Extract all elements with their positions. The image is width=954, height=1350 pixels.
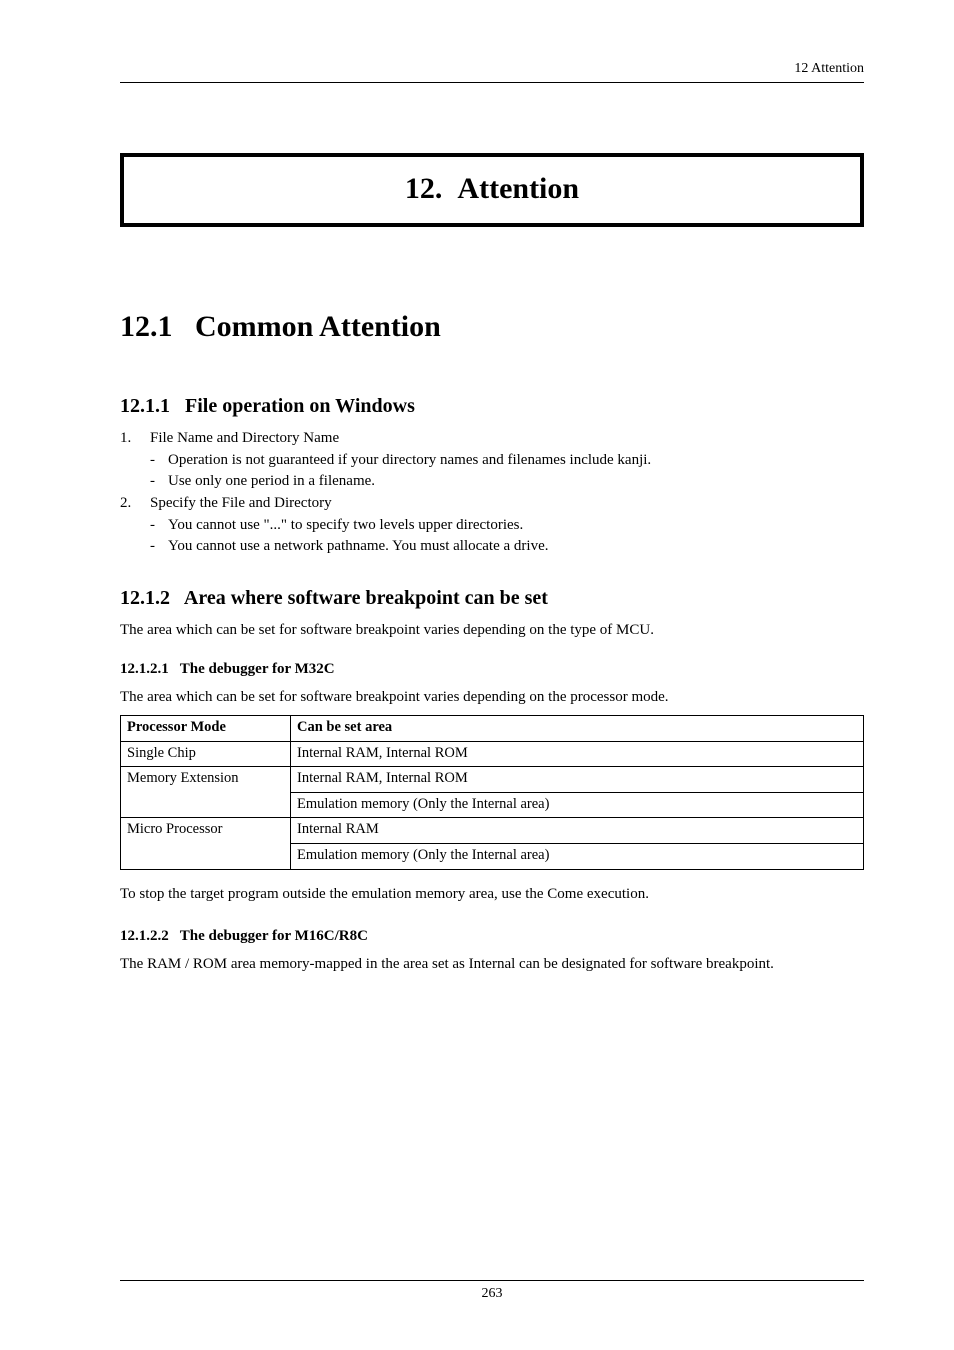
list-item: 1. File Name and Directory Name [120,428,864,448]
list-item: 2. Specify the File and Directory [120,493,864,513]
section-title: Common Attention [195,310,441,343]
chapter-banner: 12. Attention [120,153,864,228]
chapter-title: Attention [457,172,579,205]
dash-marker: - [150,536,158,556]
table-row: Micro Processor Internal RAM [121,818,864,844]
paragraph: The area which can be set for software b… [120,687,864,707]
chapter-number: 12. [405,172,443,205]
subsection-heading: 12.1.2 Area where software breakpoint ca… [120,585,864,612]
page-number: 263 [482,1286,503,1301]
table-cell: Internal RAM, Internal ROM [291,741,864,767]
table-row: Processor Mode Can be set area [121,716,864,742]
table-header: Can be set area [291,716,864,742]
subsubsection-title: The debugger for M16C/R8C [180,928,368,944]
table-cell: Emulation memory (Only the Internal area… [291,843,864,869]
section-number: 12.1 [120,310,173,343]
item-text: File Name and Directory Name [150,428,339,448]
subsubsection-number: 12.1.2.1 [120,661,169,677]
subsection-heading: 12.1.1 File operation on Windows [120,393,864,420]
section-heading: 12.1 Common Attention [120,307,864,348]
running-header-text: 12 Attention [794,61,864,76]
table-cell: Single Chip [121,741,291,767]
subsubsection-heading: 12.1.2.2 The debugger for M16C/R8C [120,926,864,946]
subsection-number: 12.1.2 [120,587,170,609]
paragraph: To stop the target program outside the e… [120,884,864,904]
subsubsection-heading: 12.1.2.1 The debugger for M32C [120,659,864,679]
table-cell: Memory Extension [121,767,291,818]
paragraph: The RAM / ROM area memory-mapped in the … [120,954,864,974]
subsubsection-number: 12.1.2.2 [120,928,169,944]
list-item: - Use only one period in a filename. [150,471,864,491]
list-item: - You cannot use a network pathname. You… [150,536,864,556]
item-text: You cannot use a network pathname. You m… [168,536,549,556]
item-number: 1. [120,428,132,448]
dash-marker: - [150,450,158,470]
table-cell: Emulation memory (Only the Internal area… [291,792,864,818]
subsection-number: 12.1.1 [120,395,170,417]
dash-marker: - [150,515,158,535]
processor-mode-table: Processor Mode Can be set area Single Ch… [120,715,864,869]
item-text: Operation is not guaranteed if your dire… [168,450,651,470]
list-item: - You cannot use "..." to specify two le… [150,515,864,535]
item-text: You cannot use "..." to specify two leve… [168,515,523,535]
numbered-list: 1. File Name and Directory Name - Operat… [120,428,864,557]
running-header: 12 Attention [120,60,864,83]
item-number: 2. [120,493,132,513]
chapter-banner-inner: 12. Attention [124,157,860,224]
page-footer: 263 [120,1280,864,1304]
table-header: Processor Mode [121,716,291,742]
table-cell: Internal RAM, Internal ROM [291,767,864,793]
list-item: - Operation is not guaranteed if your di… [150,450,864,470]
subsection-title: File operation on Windows [185,395,415,417]
table-cell: Internal RAM [291,818,864,844]
paragraph: The area which can be set for software b… [120,620,864,640]
table-row: Single Chip Internal RAM, Internal ROM [121,741,864,767]
table-cell: Micro Processor [121,818,291,869]
item-text: Use only one period in a filename. [168,471,375,491]
subsection-title: Area where software breakpoint can be se… [184,587,548,609]
table-row: Memory Extension Internal RAM, Internal … [121,767,864,793]
subsubsection-title: The debugger for M32C [180,661,335,677]
dash-marker: - [150,471,158,491]
item-text: Specify the File and Directory [150,493,332,513]
